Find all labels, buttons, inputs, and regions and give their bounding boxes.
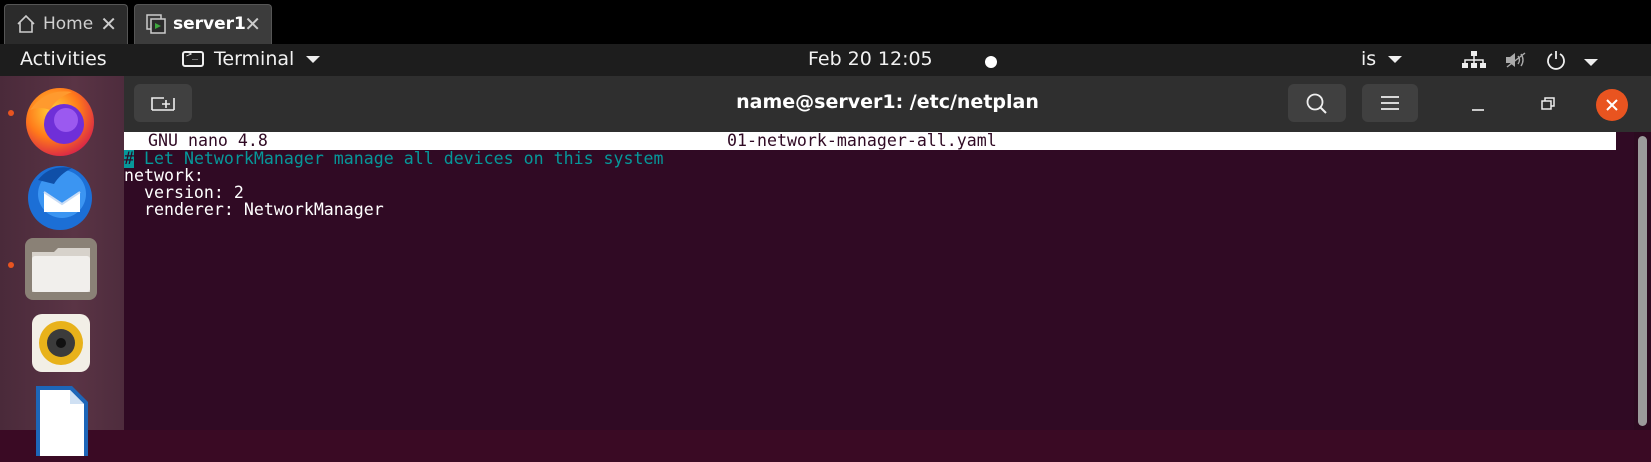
home-icon [15,13,37,40]
chevron-down-icon [306,55,321,63]
dock [0,76,124,456]
yaml-comment: Let NetworkManager manage all devices on… [134,149,664,168]
tab-home-close-icon[interactable]: ✕ [100,12,117,36]
volume-muted-icon [1504,51,1528,74]
scrollbar-thumb[interactable] [1638,136,1647,426]
search-icon [1306,93,1327,114]
tab-server1-close-icon[interactable]: ✕ [244,12,261,36]
menu-button[interactable] [1362,84,1418,122]
close-button[interactable] [1596,89,1628,121]
host-tab-bar: Home ✕ server1 ✕ [0,0,1651,44]
language-menu[interactable]: is [1361,48,1403,70]
minimize-icon [1472,109,1484,111]
maximize-button[interactable] [1534,90,1562,118]
editor-line: renderer: NetworkManager [124,200,384,219]
files-icon[interactable] [20,228,102,310]
libreoffice-writer-icon[interactable] [20,376,102,458]
running-indicator [8,110,14,116]
firefox-icon[interactable] [20,80,102,162]
nano-filename: 01-network-manager-all.yaml [727,131,997,150]
terminal-titlebar[interactable]: name@server1: /etc/netplan [124,76,1651,132]
terminal-content[interactable]: GNU nano 4.8 01-network-manager-all.yaml… [124,132,1634,430]
top-panel: Activities Terminal Feb 20 12:05 is [0,44,1651,76]
new-tab-button[interactable] [134,84,192,122]
nano-header-bar: GNU nano 4.8 01-network-manager-all.yaml [124,132,1616,150]
terminal-scrollbar[interactable] [1634,132,1651,430]
vm-icon [145,13,167,40]
nano-version: GNU nano 4.8 [148,131,268,150]
search-button[interactable] [1288,84,1346,122]
clock[interactable]: Feb 20 12:05 [808,48,933,70]
app-menu-label: Terminal [214,48,295,70]
editor-line: # Let NetworkManager manage all devices … [124,150,664,168]
minimize-button[interactable] [1464,90,1492,118]
chevron-down-icon [1388,55,1403,63]
rhythmbox-icon[interactable] [20,302,102,384]
power-icon [1546,50,1566,75]
system-menu[interactable] [1462,50,1598,75]
tab-home[interactable]: Home ✕ [4,4,128,44]
maximize-icon [1541,97,1555,110]
tab-server1[interactable]: server1 ✕ [134,4,272,44]
hamburger-menu-icon [1381,96,1399,110]
terminal-icon [182,49,204,67]
running-indicator [8,262,14,268]
network-icon [1462,51,1486,74]
thunderbird-icon[interactable] [20,154,102,236]
notification-dot-icon [985,56,997,68]
tab-server1-label: server1 [173,14,246,34]
chevron-down-icon [1584,59,1598,66]
tab-home-label: Home [43,14,94,34]
window-title: name@server1: /etc/netplan [736,91,1039,113]
activities-button[interactable]: Activities [20,48,107,70]
close-icon [1606,99,1618,111]
app-menu[interactable]: Terminal [182,48,321,70]
language-label: is [1361,48,1377,70]
new-tab-icon [151,97,175,111]
